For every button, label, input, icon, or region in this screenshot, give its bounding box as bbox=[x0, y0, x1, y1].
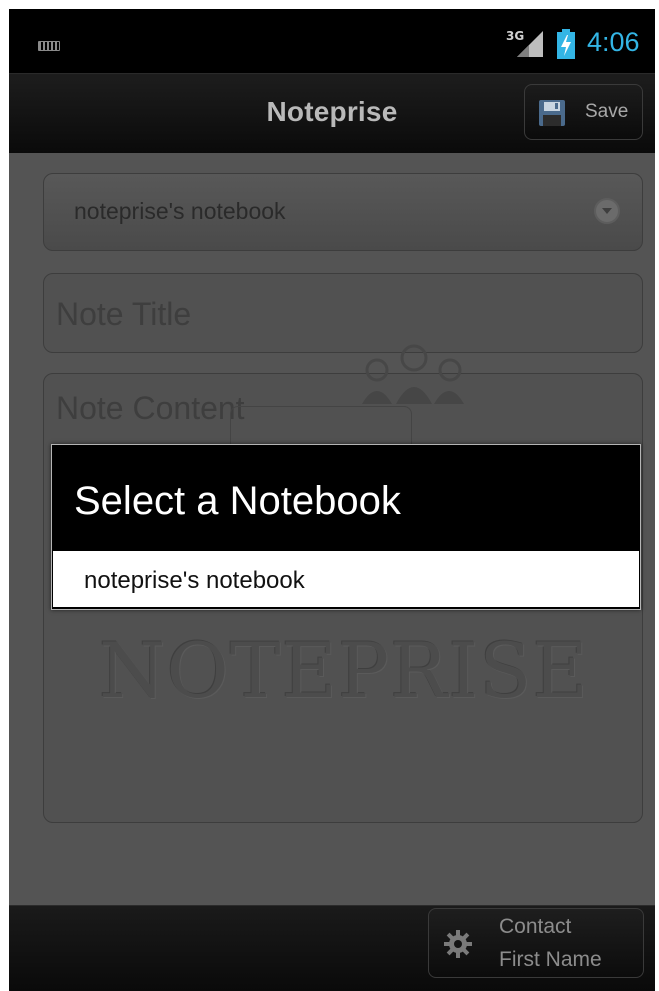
floppy-disk-icon bbox=[539, 100, 565, 126]
clock: 4:06 bbox=[587, 27, 640, 57]
contact-label-line-2: First Name bbox=[499, 948, 602, 971]
contacts-watermark-icon bbox=[362, 344, 464, 404]
signal-icon bbox=[517, 31, 543, 57]
dialog-title: Select a Notebook bbox=[74, 479, 401, 523]
note-content-placeholder: Note Content bbox=[56, 390, 245, 426]
note-title-input[interactable]: Note Title bbox=[43, 273, 643, 353]
dialog-option[interactable]: noteprise's notebook bbox=[53, 551, 639, 607]
dialog-option-label: noteprise's notebook bbox=[84, 567, 305, 594]
chevron-down-icon bbox=[594, 198, 620, 224]
bottom-bar: Contact First Name bbox=[9, 905, 655, 991]
select-notebook-dialog: Select a Notebook noteprise's notebook bbox=[51, 444, 641, 610]
battery-charging-icon bbox=[557, 29, 575, 59]
save-button[interactable]: Save bbox=[524, 84, 643, 140]
brand-watermark: NOTEPRISE bbox=[99, 626, 589, 715]
save-label: Save bbox=[585, 101, 629, 122]
contact-button[interactable]: Contact First Name bbox=[428, 908, 644, 978]
contact-label-line-1: Contact bbox=[499, 915, 572, 938]
gear-icon bbox=[444, 930, 472, 958]
notebook-spinner[interactable]: noteprise's notebook bbox=[43, 173, 643, 251]
phone-screen: 3G 4:06 Noteprise Save noteprise's noteb bbox=[9, 9, 655, 991]
keyboard-icon bbox=[38, 41, 60, 51]
notebook-spinner-value: noteprise's notebook bbox=[74, 198, 286, 224]
action-bar: Noteprise Save bbox=[9, 73, 655, 154]
note-title-placeholder: Note Title bbox=[56, 296, 192, 332]
status-bar: 3G 4:06 bbox=[9, 9, 655, 73]
